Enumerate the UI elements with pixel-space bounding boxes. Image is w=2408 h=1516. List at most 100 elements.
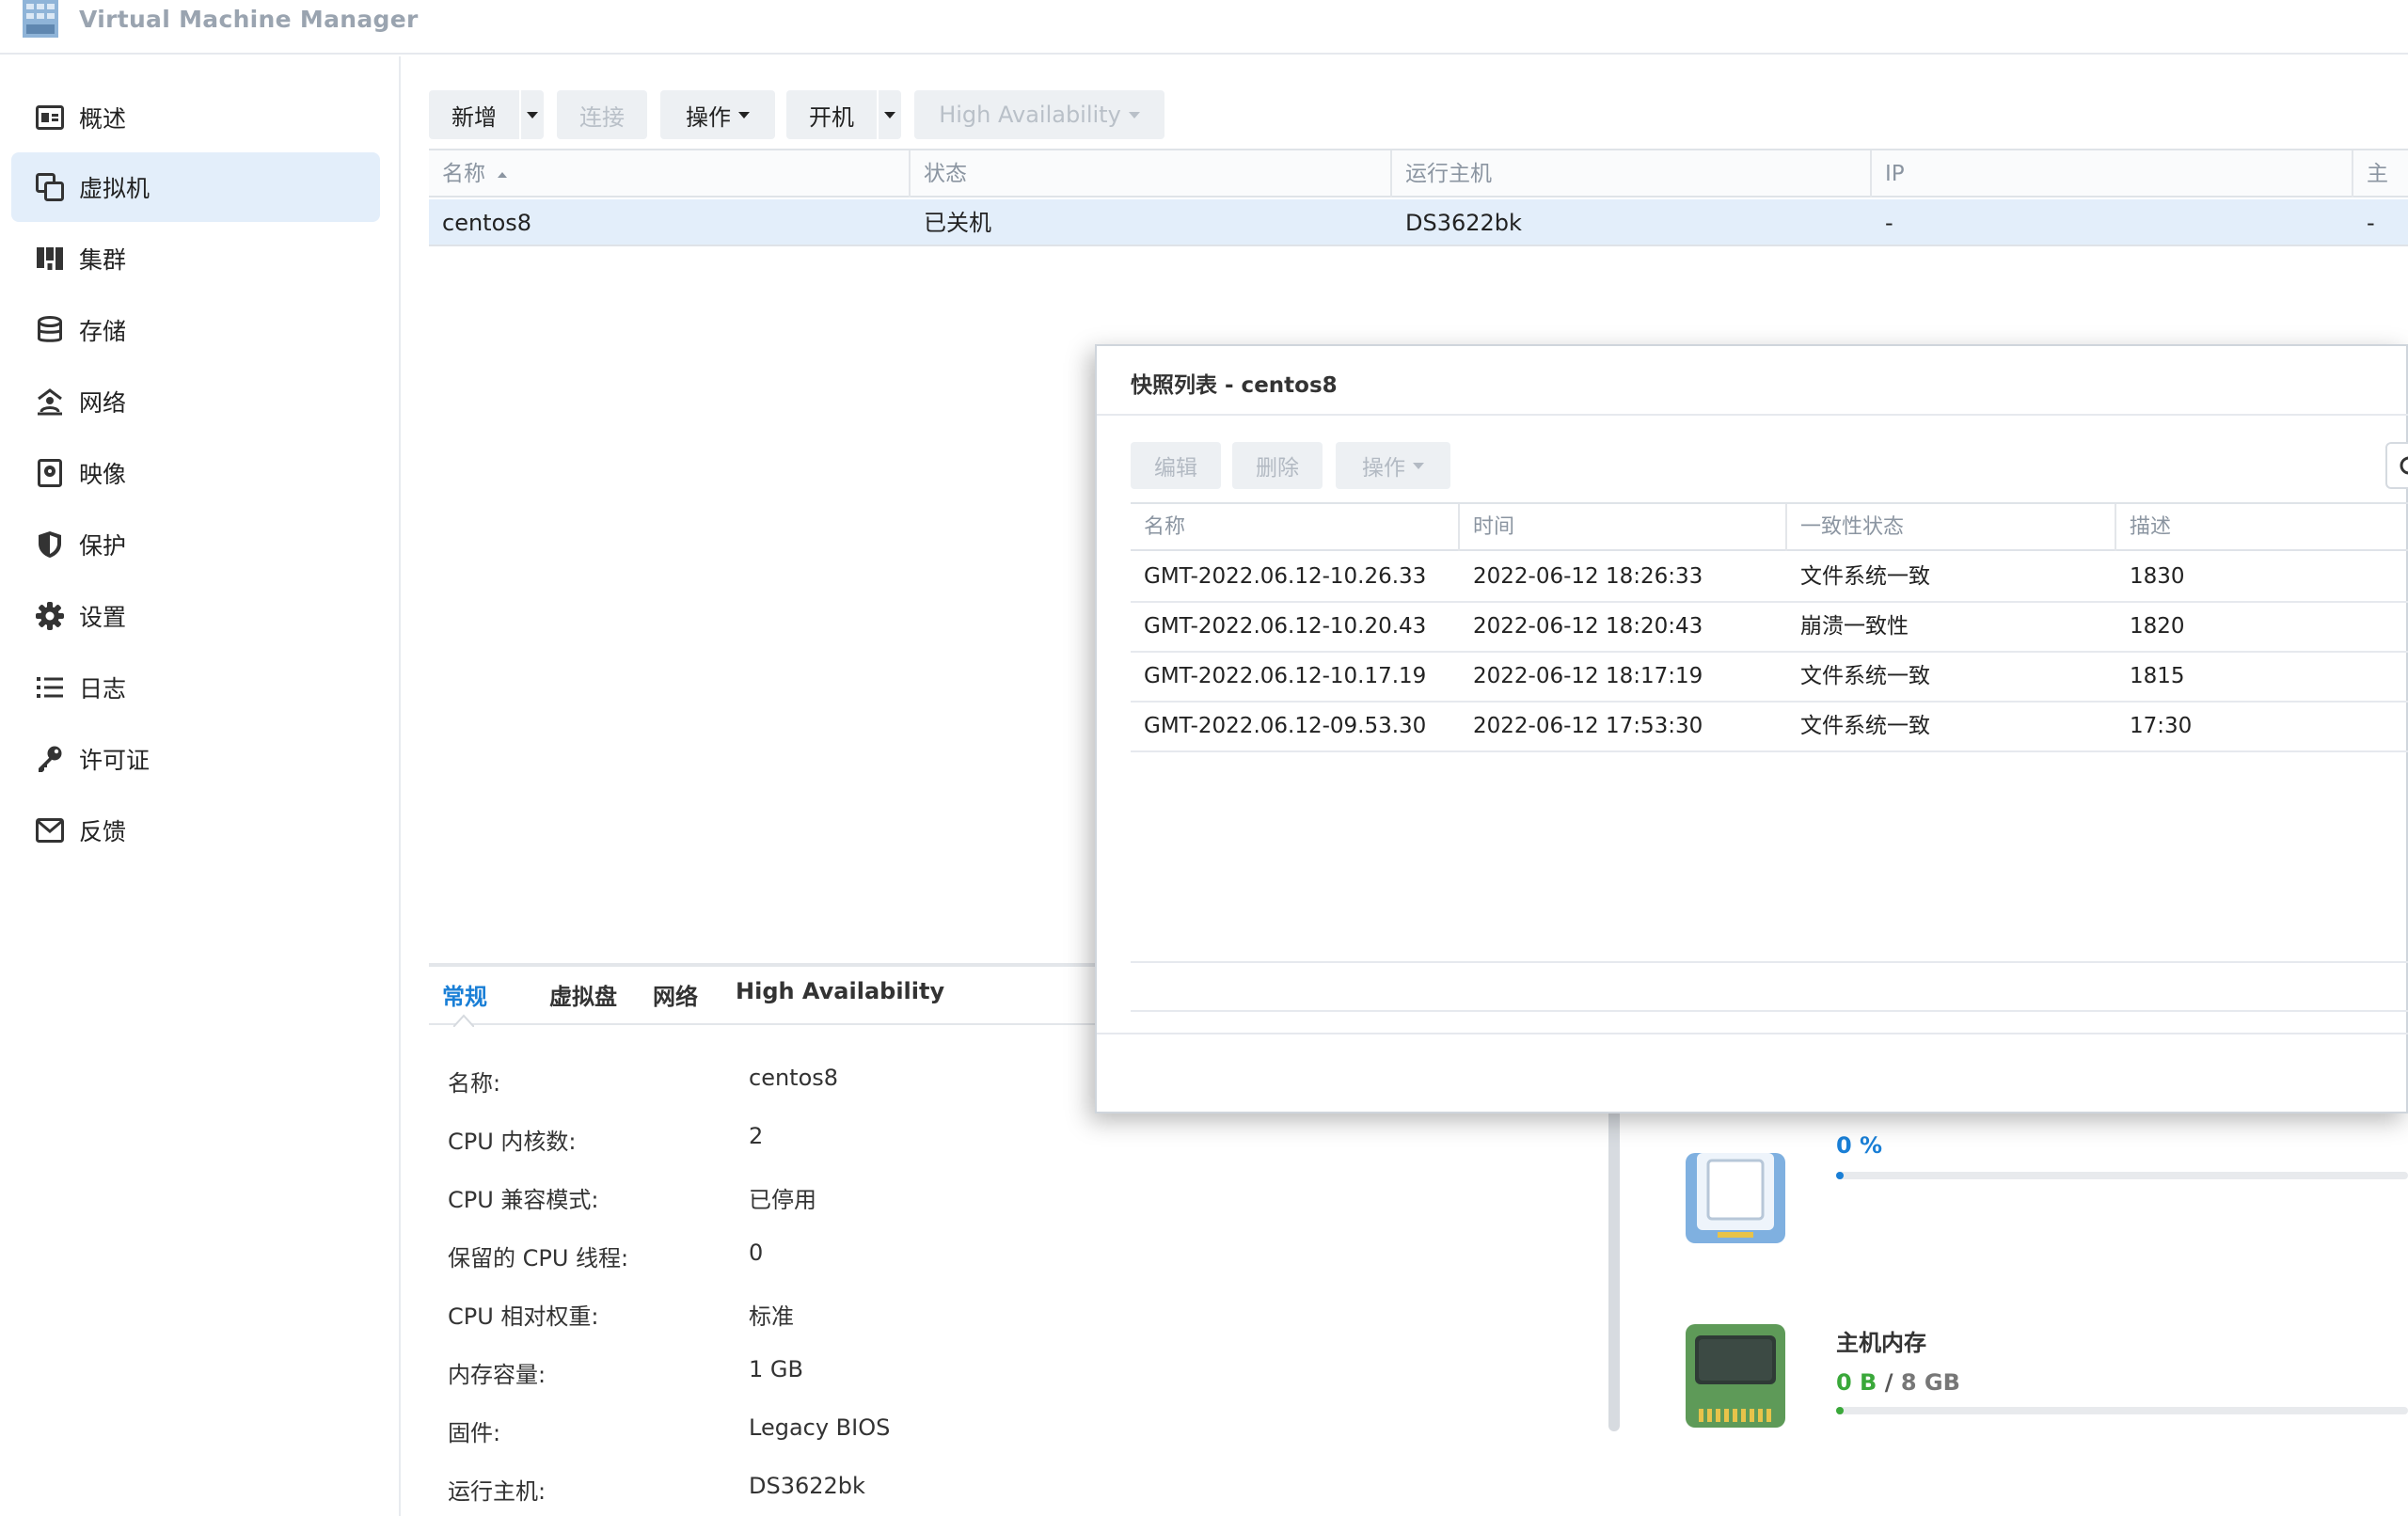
gear-icon (34, 600, 66, 632)
snapshot-description-cell: 1820 (2130, 614, 2185, 639)
create-button[interactable]: 新增 (429, 90, 519, 139)
overview-icon (34, 102, 66, 134)
column-header-label: 一致性状态 (1800, 515, 1905, 539)
memory-total: 8 GB (1900, 1369, 1960, 1396)
high-availability-button[interactable]: High Availability (914, 90, 1164, 139)
action-menu-button[interactable]: 操作 (660, 90, 775, 139)
storage-icon (34, 314, 66, 346)
tab-network[interactable]: 网络 (653, 978, 698, 1011)
field-label: CPU 兼容模式: (448, 1187, 599, 1213)
column-header-description[interactable]: 描述 (2116, 504, 2408, 551)
search-icon (2400, 456, 2408, 475)
snapshot-name-cell: GMT-2022.06.12-10.17.19 (1144, 664, 1427, 688)
snapshot-action-button[interactable]: 操作 (1336, 442, 1450, 489)
column-header-label: 描述 (2130, 515, 2172, 539)
memory-usage-value: 0 B / 8 GB (1836, 1369, 1960, 1396)
sidebar-item-storage[interactable]: 存储 (11, 295, 380, 365)
column-header-name[interactable]: 名称 (1131, 504, 1460, 551)
sidebar-item-overview[interactable]: 概述 (11, 83, 380, 152)
sidebar-item-virtual-machine[interactable]: 虚拟机 (11, 152, 380, 222)
sidebar-item-image[interactable]: 映像 (11, 438, 380, 508)
power-on-button-label: 开机 (809, 103, 854, 131)
edit-button[interactable]: 编辑 (1131, 442, 1221, 489)
vm-status-cell: 已关机 (924, 210, 991, 236)
power-on-dropdown-button[interactable] (877, 90, 901, 139)
column-header-label: 运行主机 (1405, 162, 1492, 186)
column-header-label: 名称 (442, 162, 485, 186)
sidebar-item-label: 日志 (79, 675, 127, 703)
snapshot-time-cell: 2022-06-12 18:17:19 (1473, 664, 1703, 688)
field-value: 1 GB (749, 1356, 803, 1382)
field-label: CPU 相对权重: (448, 1303, 599, 1330)
table-row[interactable]: GMT-2022.06.12-09.53.30 2022-06-12 17:53… (1131, 703, 2408, 752)
power-on-button[interactable]: 开机 (786, 90, 877, 139)
snapshot-consistency-cell: 文件系统一致 (1800, 714, 1930, 738)
shield-icon (34, 529, 66, 561)
sidebar-item-label: 网络 (79, 389, 127, 417)
chevron-down-icon (1128, 111, 1140, 118)
table-row[interactable]: centos8 已关机 DS3622bk - - (429, 199, 2408, 246)
delete-button[interactable]: 删除 (1232, 442, 1323, 489)
sidebar-item-log[interactable]: 日志 (11, 653, 380, 722)
sidebar-item-label: 虚拟机 (79, 175, 150, 202)
dialog-header-divider (1097, 414, 2408, 416)
sidebar-item-protection[interactable]: 保护 (11, 510, 380, 579)
sidebar-item-label: 设置 (79, 604, 127, 631)
column-header-ip[interactable]: IP (1872, 150, 2353, 197)
sidebar-item-cluster[interactable]: 集群 (11, 224, 380, 293)
vm-host-cell: DS3622bk (1405, 210, 1522, 236)
memory-usage-bar (1836, 1407, 2408, 1414)
chevron-down-icon (738, 111, 750, 118)
tab-virtual-disk[interactable]: 虚拟盘 (549, 978, 617, 1011)
sidebar-item-label: 许可证 (79, 747, 150, 774)
field-value: DS3622bk (749, 1473, 865, 1499)
sidebar-item-feedback[interactable]: 反馈 (11, 796, 380, 865)
column-header-label: 名称 (1144, 515, 1186, 539)
grid-footer-divider (1131, 1010, 2408, 1012)
table-row[interactable]: GMT-2022.06.12-10.17.19 2022-06-12 18:17… (1131, 653, 2408, 703)
column-header-name[interactable]: 名称 (429, 150, 911, 197)
tab-high-availability[interactable]: High Availability (736, 978, 944, 1004)
sidebar-item-network[interactable]: 网络 (11, 367, 380, 436)
field-label: 固件: (448, 1420, 501, 1446)
memory-module-icon (1686, 1324, 1785, 1428)
column-header-time[interactable]: 时间 (1460, 504, 1787, 551)
cpu-chip-icon (1686, 1153, 1785, 1243)
connect-button[interactable]: 连接 (557, 90, 647, 139)
field-value: centos8 (749, 1065, 839, 1091)
sidebar-item-label: 保护 (79, 532, 127, 560)
sidebar: 概述 虚拟机 集群 存储 网络 映像 保护 设置 日志 许可证 反馈 (0, 56, 401, 1516)
cpu-usage-value: 0 % (1836, 1132, 1883, 1159)
vmm-logo-icon (23, 0, 58, 38)
field-value: 0 (749, 1240, 764, 1266)
table-row[interactable]: GMT-2022.06.12-10.20.43 2022-06-12 18:20… (1131, 603, 2408, 653)
tab-general[interactable]: 常规 (442, 978, 487, 1011)
dialog-footer-divider (1097, 1033, 2408, 1034)
sidebar-item-license[interactable]: 许可证 (11, 724, 380, 794)
table-row[interactable]: GMT-2022.06.12-10.26.33 2022-06-12 18:26… (1131, 553, 2408, 603)
action-button-label: 操作 (686, 103, 731, 131)
snapshot-name-cell: GMT-2022.06.12-10.26.33 (1144, 564, 1427, 589)
vm-grid-header: 名称 状态 运行主机 IP 主机 (429, 149, 2408, 233)
column-header-label: 状态 (924, 162, 967, 186)
sidebar-item-settings[interactable]: 设置 (11, 581, 380, 651)
memory-title: 主机内存 (1836, 1330, 1926, 1356)
sidebar-item-label: 概述 (79, 105, 127, 133)
title-bar: Virtual Machine Manager (0, 0, 2408, 55)
snapshot-consistency-cell: 文件系统一致 (1800, 564, 1930, 589)
search-button[interactable] (2385, 442, 2408, 489)
sidebar-item-label: 集群 (79, 246, 127, 274)
column-header-consistency[interactable]: 一致性状态 (1787, 504, 2116, 551)
snapshot-time-cell: 2022-06-12 18:26:33 (1473, 564, 1703, 589)
column-header-status[interactable]: 状态 (911, 150, 1392, 197)
vm-name-cell: centos8 (442, 210, 532, 236)
column-header-host2[interactable]: 主机 (2353, 150, 2408, 233)
field-label: CPU 内核数: (448, 1129, 577, 1155)
delete-button-label: 删除 (1256, 456, 1299, 481)
column-header-host[interactable]: 运行主机 (1392, 150, 1872, 197)
create-dropdown-button[interactable] (519, 90, 544, 139)
detail-scrollbar[interactable] (1608, 1100, 1620, 1431)
network-icon (34, 386, 66, 418)
field-label: 运行主机: (448, 1478, 547, 1505)
edit-button-label: 编辑 (1154, 456, 1197, 481)
